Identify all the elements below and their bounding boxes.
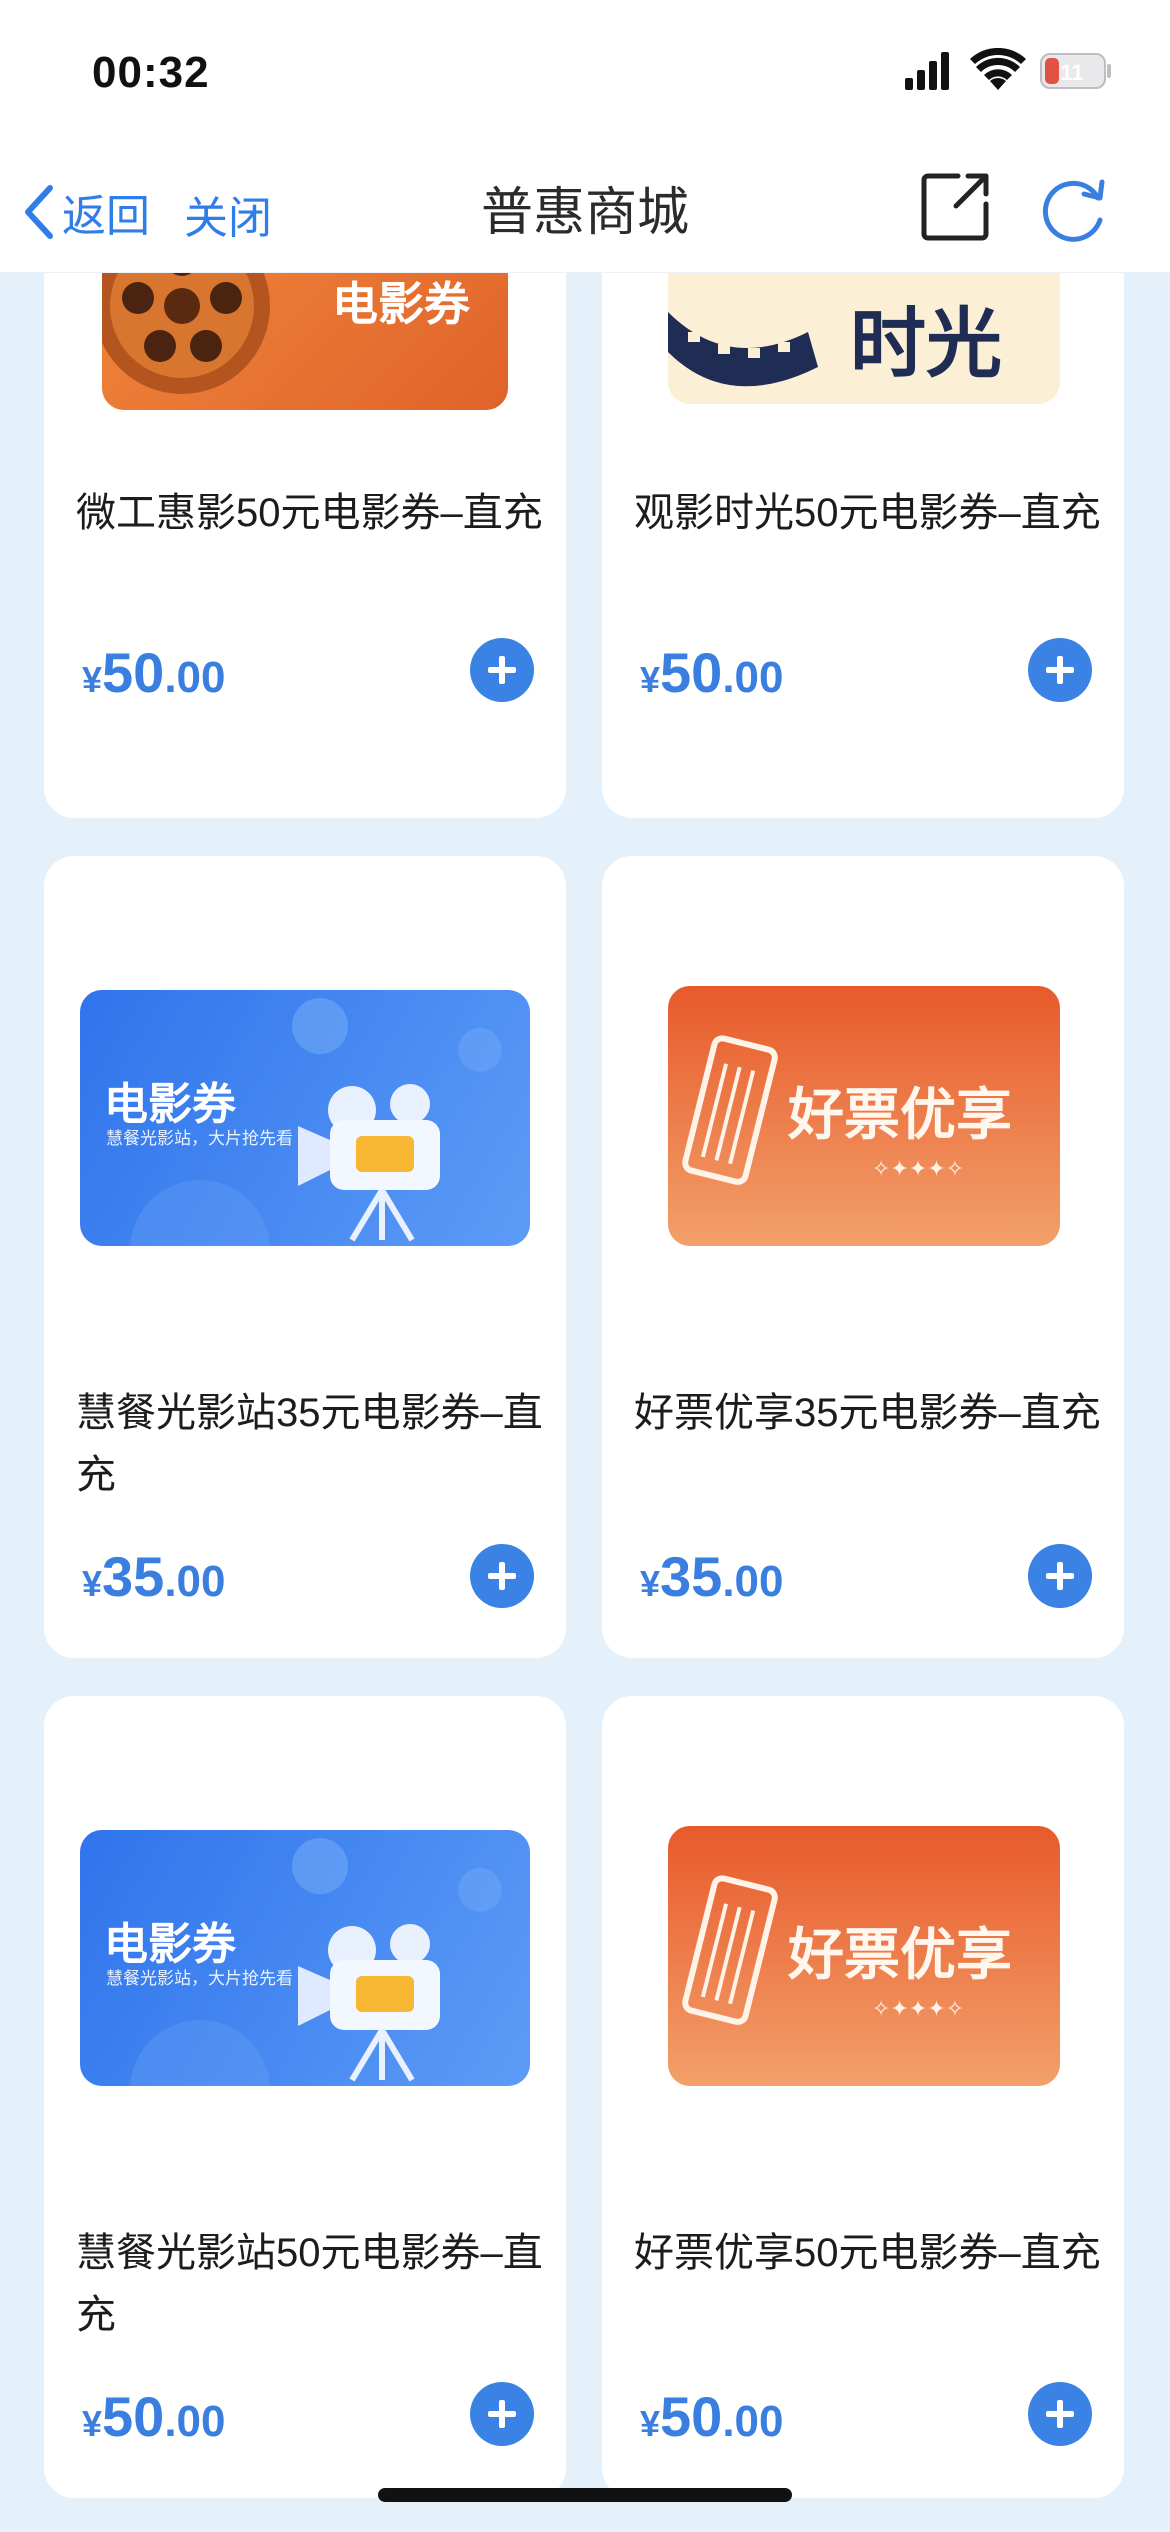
refresh-icon[interactable] — [1040, 176, 1108, 244]
svg-text:✧✦✦✦✧: ✧✦✦✦✧ — [872, 1157, 964, 1182]
battery-icon: 11 — [1040, 53, 1111, 89]
product-image-subtitle: 慧餐光影站，大片抢先看 — [106, 1129, 293, 1148]
product-price: ¥50.00 — [82, 2385, 226, 2448]
product-card[interactable]: 电影券 慧餐光影站，大片抢先看 慧餐光影站35元电影券–直充 ¥35.00 — [44, 856, 566, 1658]
product-price: ¥35.00 — [640, 1545, 784, 1608]
product-name: 微工惠影50元电影券–直充 — [76, 491, 543, 535]
page-title: 普惠商城 — [480, 184, 689, 242]
product-image: ✧✦✦✦✧ 好票优享 — [668, 1826, 1060, 2086]
product-name: 慧餐光影站35元电影券–直充 — [76, 1391, 543, 1497]
product-image-title: 好票优享 — [788, 1923, 1012, 1986]
product-image-title: 电影券 — [104, 1920, 236, 1969]
product-price: ¥50.00 — [640, 2385, 784, 2448]
product-price: ¥50.00 — [640, 641, 784, 704]
product-image: 电影券 慧餐光影站，大片抢先看 — [80, 990, 530, 1246]
product-image-title: 电影券 — [104, 1080, 236, 1129]
cellular-signal-icon — [905, 52, 949, 90]
product-name: 慧餐光影站50元电影券–直充 — [76, 2231, 543, 2337]
product-name: 好票优享35元电影券–直充 — [634, 1391, 1101, 1435]
product-card[interactable]: 电影券 慧餐光影站，大片抢先看 慧餐光影站50元电影券–直充 ¥50.00 — [44, 1696, 566, 2498]
product-name: 观影时光50元电影券–直充 — [634, 491, 1101, 535]
product-image-title: 好票优享 — [788, 1083, 1012, 1146]
product-name: 好票优享50元电影券–直充 — [634, 2231, 1101, 2275]
product-image: ✧✦✦✦✧ 好票优享 — [668, 986, 1060, 1246]
product-image-text: 电影券 — [332, 278, 470, 330]
product-price: ¥35.00 — [82, 1545, 226, 1608]
add-to-cart-button[interactable] — [470, 638, 534, 702]
product-image: 电影券 慧餐光影站，大片抢先看 — [80, 1830, 530, 2086]
product-card[interactable]: ✧✦✦✦✧ 好票优享 好票优享50元电影券–直充 ¥50.00 — [602, 1696, 1124, 2498]
add-to-cart-button[interactable] — [470, 1544, 534, 1608]
product-grid[interactable]: 电影券 微工惠影50元电影券–直充 ¥50.00 时光 观影时光50元电影券–直… — [0, 272, 1170, 2532]
product-image-subtitle: 慧餐光影站，大片抢先看 — [106, 1969, 293, 1988]
product-image: 电影券 — [102, 272, 508, 410]
add-to-cart-button[interactable] — [1028, 2382, 1092, 2446]
product-image: 时光 — [668, 272, 1060, 404]
add-to-cart-button[interactable] — [470, 2382, 534, 2446]
nav-bar: 返回 关闭 普惠商城 — [0, 150, 1170, 273]
wifi-icon — [970, 48, 1026, 90]
product-card[interactable]: 时光 观影时光50元电影券–直充 ¥50.00 — [602, 272, 1124, 818]
product-card[interactable]: ✧✦✦✦✧ 好票优享 好票优享35元电影券–直充 ¥35.00 — [602, 856, 1124, 1658]
home-indicator[interactable] — [378, 2488, 792, 2502]
product-price: ¥50.00 — [82, 641, 226, 704]
product-image-text: 时光 — [850, 302, 1002, 387]
status-time: 00:32 — [92, 48, 210, 97]
svg-text:✧✦✦✦✧: ✧✦✦✦✧ — [872, 1997, 964, 2022]
svg-text:11: 11 — [1060, 60, 1083, 85]
add-to-cart-button[interactable] — [1028, 638, 1092, 702]
product-card[interactable]: 电影券 微工惠影50元电影券–直充 ¥50.00 — [44, 272, 566, 818]
share-icon[interactable] — [918, 170, 992, 244]
status-bar: 00:32 11 — [0, 0, 1170, 150]
add-to-cart-button[interactable] — [1028, 1544, 1092, 1608]
